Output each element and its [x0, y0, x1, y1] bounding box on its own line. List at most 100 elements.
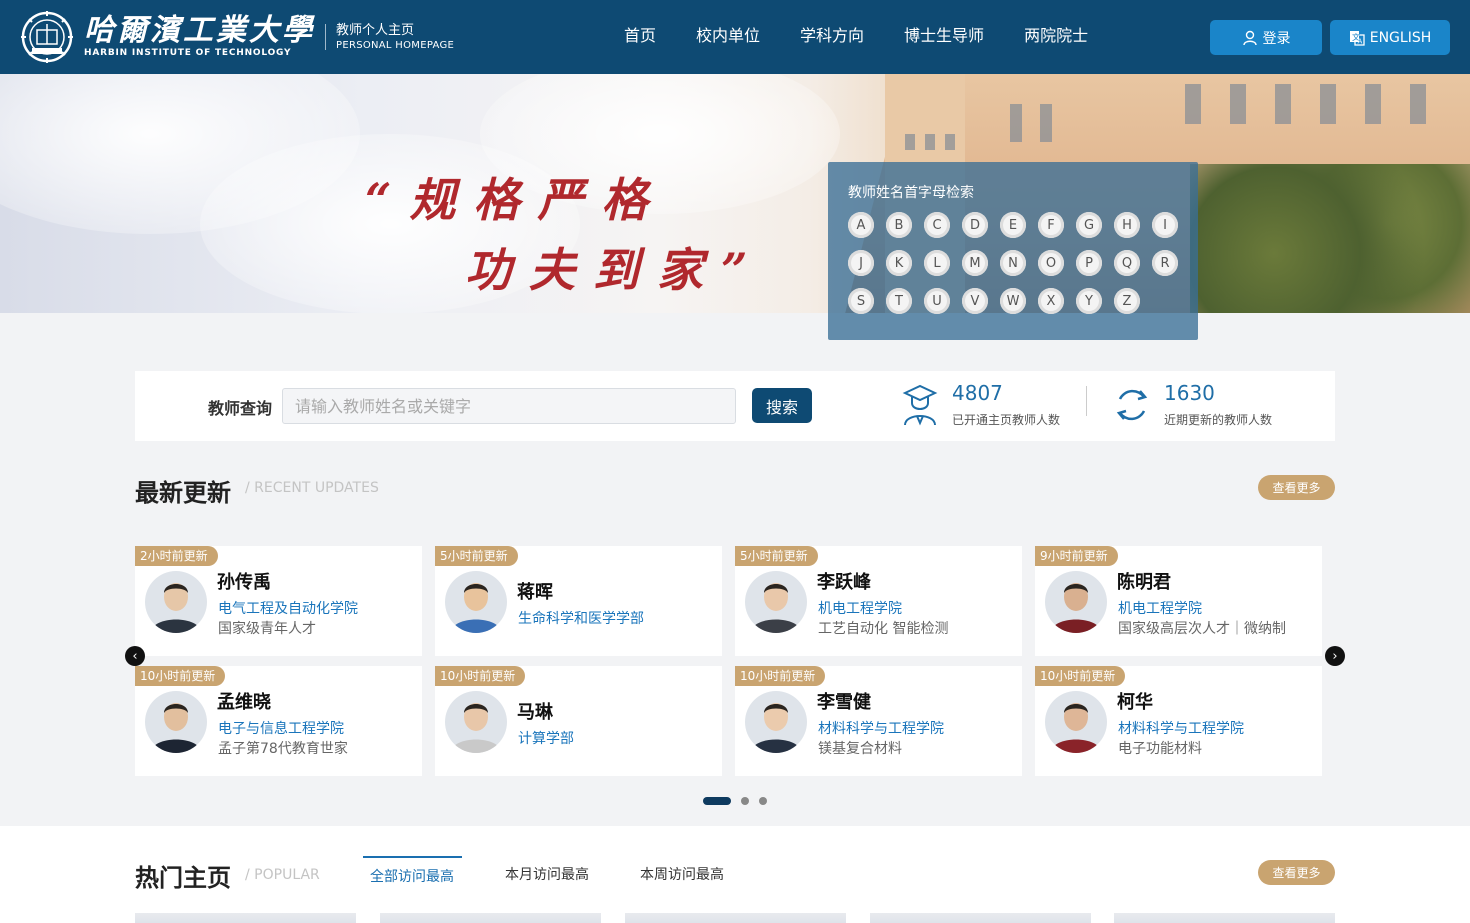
teacher-photo-icon — [145, 571, 207, 633]
letter-button-d[interactable]: D — [962, 212, 988, 238]
popular-card-thumbnail[interactable] — [380, 913, 601, 923]
letter-button-c[interactable]: C — [924, 212, 950, 238]
stat-divider — [1086, 386, 1087, 416]
update-time-badge: 10小时前更新 — [735, 666, 826, 686]
popular-card-thumbnail[interactable] — [135, 913, 356, 923]
letter-button-v[interactable]: V — [962, 288, 988, 314]
refresh-icon — [1116, 389, 1148, 420]
teacher-card[interactable]: 10小时前更新 马琳 计算学部 — [435, 666, 722, 776]
letter-button-s[interactable]: S — [848, 288, 874, 314]
carousel-dot-2[interactable] — [741, 797, 749, 805]
teacher-card[interactable]: 5小时前更新 李跃峰 机电工程学院 工艺自动化 智能检测 — [735, 546, 1022, 656]
letter-button-e[interactable]: E — [1000, 212, 1026, 238]
teacher-name[interactable]: 柯华 — [1117, 688, 1153, 714]
site-header: 哈爾濱工業大學 HARBIN INSTITUTE OF TECHNOLOGY 教… — [0, 0, 1470, 74]
window-decoration — [1275, 84, 1291, 124]
search-input[interactable] — [282, 388, 736, 424]
teacher-name[interactable]: 孙传禹 — [217, 568, 271, 594]
nav-phd-supervisors[interactable]: 博士生导师 — [884, 22, 1004, 50]
letter-button-r[interactable]: R — [1152, 250, 1178, 276]
letter-button-b[interactable]: B — [886, 212, 912, 238]
window-decoration — [1185, 84, 1201, 124]
letter-button-g[interactable]: G — [1076, 212, 1102, 238]
teacher-department[interactable]: 机电工程学院 — [1118, 598, 1202, 618]
english-button[interactable]: 文 A ENGLISH — [1330, 20, 1450, 55]
nav-home[interactable]: 首页 — [604, 22, 676, 50]
nav-disciplines[interactable]: 学科方向 — [780, 22, 884, 50]
teacher-card[interactable]: 10小时前更新 李雪健 材料科学与工程学院 镁基复合材料 — [735, 666, 1022, 776]
teacher-photo-icon — [445, 571, 507, 633]
site-subtitle: 教师个人主页 PERSONAL HOMEPAGE — [336, 23, 454, 52]
popular-card-thumbnail[interactable] — [1114, 913, 1335, 923]
teacher-avatar — [1045, 691, 1107, 753]
teacher-department[interactable]: 计算学部 — [518, 728, 574, 748]
teacher-card[interactable]: 9小时前更新 陈明君 机电工程学院 国家级高层次人才｜微纳制 — [1035, 546, 1322, 656]
popular-view-more-button[interactable]: 查看更多 — [1258, 860, 1335, 885]
carousel-next-arrow-icon[interactable]: › — [1325, 646, 1345, 666]
teacher-department[interactable]: 电子与信息工程学院 — [218, 718, 344, 738]
letter-button-a[interactable]: A — [848, 212, 874, 238]
teacher-name[interactable]: 李跃峰 — [817, 568, 871, 594]
window-decoration — [1040, 104, 1052, 142]
teacher-card[interactable]: 10小时前更新 柯华 材料科学与工程学院 电子功能材料 — [1035, 666, 1322, 776]
window-decoration — [925, 134, 935, 150]
tab-this-month[interactable]: 本月访问最高 — [498, 856, 611, 888]
teacher-name[interactable]: 李雪健 — [817, 688, 871, 714]
teacher-name[interactable]: 孟维晓 — [217, 688, 271, 714]
letter-button-u[interactable]: U — [924, 288, 950, 314]
login-button[interactable]: 登录 — [1210, 20, 1322, 55]
teacher-department[interactable]: 机电工程学院 — [818, 598, 902, 618]
subtitle-english: PERSONAL HOMEPAGE — [336, 39, 455, 51]
main-nav: 首页 校内单位 学科方向 博士生导师 两院院士 — [604, 22, 1108, 50]
nav-units[interactable]: 校内单位 — [676, 22, 780, 50]
site-logo[interactable]: 哈爾濱工業大學 HARBIN INSTITUTE OF TECHNOLOGY 教… — [18, 10, 454, 64]
teacher-name[interactable]: 陈明君 — [1117, 568, 1171, 594]
letter-button-f[interactable]: F — [1038, 212, 1064, 238]
logo-chinese: 哈爾濱工業大學 — [84, 13, 315, 48]
teacher-photo-icon — [745, 571, 807, 633]
recent-view-more-button[interactable]: 查看更多 — [1258, 475, 1335, 500]
nav-academicians[interactable]: 两院院士 — [1004, 22, 1108, 50]
letter-button-x[interactable]: X — [1038, 288, 1064, 314]
letter-button-y[interactable]: Y — [1076, 288, 1102, 314]
carousel-prev-arrow-icon[interactable]: ‹ — [125, 646, 145, 666]
popular-card-thumbnail[interactable] — [625, 913, 846, 923]
teacher-department[interactable]: 生命科学和医学学部 — [518, 608, 644, 628]
letter-button-n[interactable]: N — [1000, 250, 1026, 276]
tab-this-week[interactable]: 本周访问最高 — [633, 856, 746, 888]
window-decoration — [1320, 84, 1336, 124]
tab-all-time[interactable]: 全部访问最高 — [363, 856, 462, 888]
update-time-badge: 10小时前更新 — [135, 666, 226, 686]
letter-button-l[interactable]: L — [924, 250, 950, 276]
letter-button-w[interactable]: W — [1000, 288, 1026, 314]
slogan-line-1: “规格严格 — [365, 173, 666, 227]
update-time-badge: 10小时前更新 — [1035, 666, 1126, 686]
letter-button-o[interactable]: O — [1038, 250, 1064, 276]
teacher-department[interactable]: 电气工程及自动化学院 — [218, 598, 358, 618]
teacher-name[interactable]: 蒋晖 — [517, 578, 553, 604]
teacher-photo-icon — [745, 691, 807, 753]
letter-button-m[interactable]: M — [962, 250, 988, 276]
letter-button-t[interactable]: T — [886, 288, 912, 314]
letter-button-p[interactable]: P — [1076, 250, 1102, 276]
popular-section-subtitle: / POPULAR — [245, 867, 320, 883]
teacher-card[interactable]: 5小时前更新 蒋晖 生命科学和医学学部 — [435, 546, 722, 656]
letter-button-q[interactable]: Q — [1114, 250, 1140, 276]
teacher-card[interactable]: 2小时前更新 孙传禹 电气工程及自动化学院 国家级青年人才 — [135, 546, 422, 656]
window-decoration — [1365, 84, 1381, 124]
letter-button-h[interactable]: H — [1114, 212, 1140, 238]
teacher-avatar — [145, 691, 207, 753]
letter-button-j[interactable]: J — [848, 250, 874, 276]
search-button[interactable]: 搜索 — [752, 388, 812, 423]
popular-card-thumbnail[interactable] — [870, 913, 1091, 923]
teacher-card[interactable]: 10小时前更新 孟维晓 电子与信息工程学院 孟子第78代教育世家 — [135, 666, 422, 776]
carousel-dot-3[interactable] — [759, 797, 767, 805]
carousel-dot-1[interactable] — [703, 797, 731, 805]
letter-button-i[interactable]: I — [1152, 212, 1178, 238]
teacher-graduate-icon — [902, 384, 938, 426]
teacher-name[interactable]: 马琳 — [517, 698, 553, 724]
teacher-department[interactable]: 材料科学与工程学院 — [818, 718, 944, 738]
letter-button-z[interactable]: Z — [1114, 288, 1140, 314]
letter-button-k[interactable]: K — [886, 250, 912, 276]
teacher-department[interactable]: 材料科学与工程学院 — [1118, 718, 1244, 738]
